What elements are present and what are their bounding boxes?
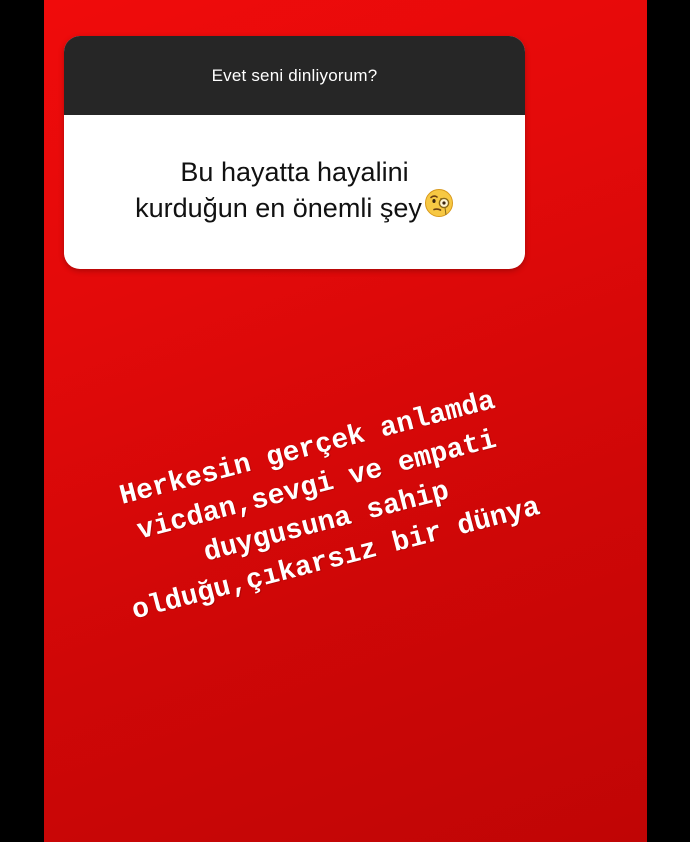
reply-text: Herkesin gerçek anlamda vicdan,sevgi ve … [100, 379, 545, 631]
question-prompt: Evet seni dinliyorum? [211, 65, 378, 85]
question-sticker[interactable]: Evet seni dinliyorum? Bu hayatta hayalin… [64, 36, 525, 269]
story-canvas[interactable]: Evet seni dinliyorum? Bu hayatta hayalin… [44, 0, 647, 842]
question-answer-line-1: Bu hayatta hayalini [180, 157, 409, 188]
question-sticker-body: Bu hayatta hayalini kurduğun en önemli ş… [64, 115, 525, 269]
question-answer-line-2: kurduğun en önemli şey [135, 193, 422, 224]
screen: Evet seni dinliyorum? Bu hayatta hayalin… [0, 0, 690, 842]
face-with-monocle-icon [424, 188, 454, 227]
question-sticker-header: Evet seni dinliyorum? [64, 36, 525, 115]
question-answer: Bu hayatta hayalini kurduğun en önemli ş… [135, 154, 454, 229]
